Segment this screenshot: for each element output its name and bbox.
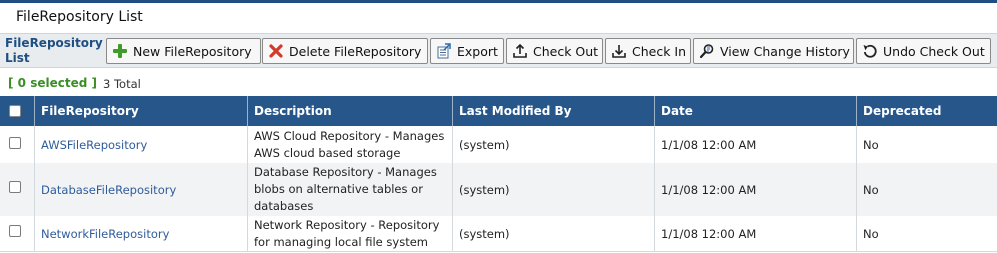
- check-in-label: Check In: [632, 43, 687, 59]
- delete-filerepository-label: Delete FileRepository: [289, 43, 422, 59]
- table-bottom-rule: [0, 251, 997, 252]
- export-icon: [436, 43, 452, 59]
- check-out-button[interactable]: Check Out: [506, 38, 603, 64]
- page-title: FileRepository List: [16, 9, 143, 25]
- date-cell: 1/1/08 12:00 AM: [661, 137, 757, 152]
- plus-icon: [112, 43, 128, 59]
- date-cell: 1/1/08 12:00 AM: [661, 226, 757, 241]
- table-row: AWSFileRepository AWS Cloud Repository -…: [0, 126, 997, 163]
- selected-count: [ 0 selected ]: [8, 76, 97, 90]
- check-in-button[interactable]: Check In: [605, 38, 691, 64]
- new-filerepository-button[interactable]: New FileRepository: [106, 38, 261, 64]
- last-modified-by-cell: (system): [459, 182, 510, 197]
- last-modified-by-cell: (system): [459, 137, 510, 152]
- select-all-checkbox[interactable]: [9, 105, 21, 117]
- description-cell: Network Repository - Repository for mana…: [254, 217, 440, 249]
- table-row: DatabaseFileRepository Database Reposito…: [0, 163, 997, 216]
- last-modified-by-cell: (system): [459, 226, 510, 241]
- table-row: NetworkFileRepository Network Repository…: [0, 216, 997, 251]
- delete-filerepository-button[interactable]: Delete FileRepository: [262, 38, 428, 64]
- column-header-deprecated[interactable]: Deprecated: [857, 96, 941, 126]
- export-button[interactable]: Export: [430, 38, 504, 64]
- check-out-icon: [512, 43, 528, 59]
- view-change-history-button[interactable]: View Change History: [693, 38, 854, 64]
- undo-check-out-label: Undo Check Out: [883, 43, 985, 59]
- date-cell: 1/1/08 12:00 AM: [661, 182, 757, 197]
- deprecated-cell: No: [863, 182, 879, 197]
- deprecated-cell: No: [863, 137, 879, 152]
- column-header-last-modified-by[interactable]: Last Modified By: [453, 96, 571, 126]
- description-cell: AWS Cloud Repository - Manages AWS cloud…: [254, 128, 445, 160]
- top-accent-rule: [0, 0, 997, 3]
- filerepository-link[interactable]: NetworkFileRepository: [35, 216, 169, 251]
- column-header-filerepository[interactable]: FileRepository: [35, 96, 139, 126]
- toolbar: FileRepository List New FileRepository D…: [0, 34, 997, 68]
- row-checkbox[interactable]: [9, 181, 21, 193]
- check-out-label: Check Out: [533, 43, 599, 59]
- undo-check-out-button[interactable]: Undo Check Out: [856, 38, 991, 64]
- view-change-history-label: View Change History: [720, 43, 850, 59]
- export-label: Export: [457, 43, 498, 59]
- row-checkbox[interactable]: [9, 225, 21, 237]
- delete-x-icon: [268, 43, 284, 59]
- deprecated-cell: No: [863, 226, 879, 241]
- filerepository-link[interactable]: AWSFileRepository: [35, 126, 147, 163]
- column-header-description[interactable]: Description: [248, 96, 332, 126]
- new-filerepository-label: New FileRepository: [133, 43, 252, 59]
- total-count: 3 Total: [103, 77, 141, 91]
- description-cell: Database Repository - Manages blobs on a…: [254, 165, 437, 213]
- check-in-icon: [611, 43, 627, 59]
- toolbar-label: FileRepository List: [5, 36, 103, 65]
- column-header-date[interactable]: Date: [655, 96, 693, 126]
- filerepository-link[interactable]: DatabaseFileRepository: [35, 163, 176, 216]
- change-history-icon: [699, 43, 715, 59]
- row-checkbox[interactable]: [9, 137, 21, 149]
- undo-icon: [862, 43, 878, 59]
- table-header: FileRepository Description Last Modified…: [0, 96, 997, 126]
